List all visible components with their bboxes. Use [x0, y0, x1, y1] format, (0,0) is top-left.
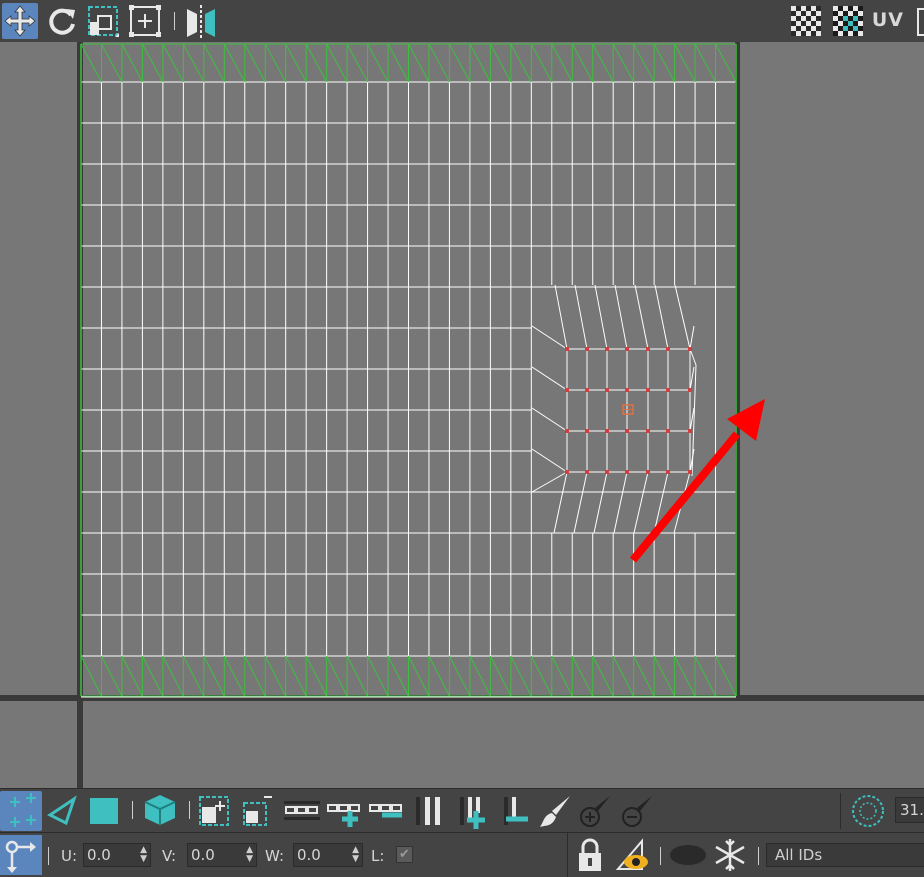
checker-pattern-icon [791, 6, 821, 36]
zoom-value-field[interactable]: 31. [895, 797, 924, 823]
soft-selection-icon[interactable] [850, 793, 886, 829]
uv-editor-viewport[interactable] [0, 42, 924, 788]
polygon-select-icon[interactable] [88, 795, 120, 827]
ring-shrink-icon[interactable] [498, 795, 534, 829]
show-hidden-icon[interactable] [616, 837, 652, 873]
vertex-select-icon [10, 793, 36, 827]
paint-select-icon[interactable] [538, 793, 574, 829]
checker-map-button[interactable] [830, 3, 866, 39]
spinner-arrows-icon[interactable]: ▲ ▼ [246, 846, 253, 864]
tile-border-left [77, 42, 83, 788]
element-select-icon[interactable] [143, 793, 177, 827]
rotate-button[interactable] [44, 3, 80, 39]
v-label: V: [162, 847, 177, 865]
l-checkbox[interactable]: ✔ [396, 846, 413, 863]
top-toolbar: UV [0, 0, 924, 43]
lock-icon[interactable] [575, 837, 605, 873]
paint-add-icon[interactable] [578, 793, 614, 829]
scale-icon [88, 6, 119, 37]
ring-icon[interactable] [412, 795, 444, 827]
l-label: L: [371, 847, 385, 865]
uv-mesh-canvas[interactable] [0, 42, 924, 788]
spinner-arrows-icon[interactable]: ▲ ▼ [140, 846, 147, 864]
move-button[interactable] [2, 3, 38, 39]
w-label: W: [265, 847, 285, 865]
uv-panel-button[interactable] [916, 3, 924, 39]
checker-map-icon [833, 6, 863, 36]
vertex-select-button[interactable] [0, 791, 42, 831]
loop-shrink-icon[interactable] [368, 801, 404, 823]
u-label: U: [61, 847, 78, 865]
loop-grow-icon[interactable] [326, 797, 362, 827]
shrink-selection-icon[interactable] [240, 793, 276, 829]
freeform-icon [129, 5, 161, 37]
edge-select-icon[interactable] [46, 795, 78, 827]
move-icon [4, 5, 36, 37]
paint-remove-icon[interactable] [620, 793, 656, 829]
mirror-icon [187, 5, 215, 39]
pivot-button[interactable] [0, 835, 42, 875]
id-filter-dropdown[interactable]: All IDs [766, 843, 924, 867]
checker-pattern-button[interactable] [788, 3, 824, 39]
pivot-icon [5, 840, 36, 873]
selection-toolbar: 31. [0, 788, 924, 833]
loop-icon[interactable] [284, 801, 320, 823]
u-spinner[interactable]: 0.0 ▲ ▼ [83, 843, 151, 867]
spinner-arrows-icon[interactable]: ▲ ▼ [352, 846, 359, 864]
w-value[interactable]: 0.0 [297, 846, 321, 864]
v-spinner[interactable]: 0.0 ▲ ▼ [187, 843, 257, 867]
transform-toolbar: U: 0.0 ▲ ▼ V: 0.0 ▲ ▼ W: 0.0 ▲ ▼ L: ✔ All IDs [0, 832, 924, 877]
freeform-button[interactable] [127, 3, 163, 39]
freeze-icon[interactable] [712, 837, 748, 873]
w-spinner[interactable]: 0.0 ▲ ▼ [293, 843, 363, 867]
u-value[interactable]: 0.0 [87, 846, 111, 864]
v-value[interactable]: 0.0 [191, 846, 215, 864]
toolbar-separator [174, 12, 175, 30]
scale-button[interactable] [85, 3, 121, 39]
hide-icon[interactable] [668, 843, 708, 867]
uv-label[interactable]: UV [872, 9, 904, 31]
mirror-button[interactable] [183, 3, 219, 39]
grow-selection-icon[interactable] [198, 793, 234, 829]
uv-panel-icon [917, 8, 924, 36]
ring-grow-icon[interactable] [454, 795, 490, 829]
rotate-icon [49, 8, 75, 35]
